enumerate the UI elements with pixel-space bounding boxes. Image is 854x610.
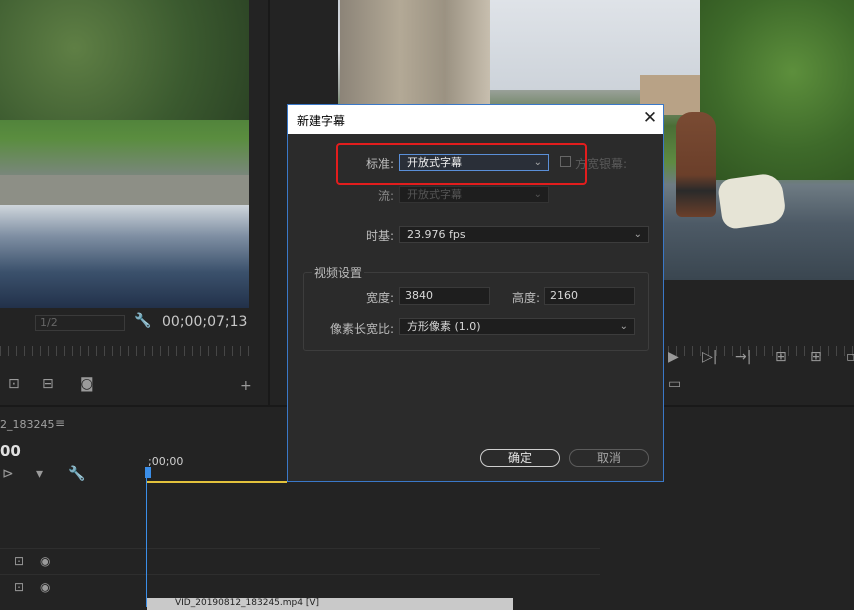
stream-select-value: 开放式字幕 <box>407 188 462 201</box>
sequence-tab[interactable]: 2_183245 <box>0 418 55 431</box>
track-divider <box>0 548 600 549</box>
program-video-person <box>676 112 716 217</box>
cancel-button[interactable]: 取消 <box>569 449 649 467</box>
pixel-aspect-select-value: 方形像素 (1.0) <box>407 320 481 333</box>
dialog-title: 新建字幕 <box>297 114 346 128</box>
source-timecode[interactable]: 00;00;07;13 <box>162 314 247 330</box>
panel-divider <box>268 0 270 405</box>
chevron-down-icon: ⌄ <box>619 321 628 332</box>
chevron-down-icon: ⌄ <box>533 189 542 200</box>
dialog-body: 标准: 开放式字幕 ⌄ 方宽银幕: 流: 开放式字幕 ⌄ 时基: 23.976 … <box>288 134 663 481</box>
play-icon[interactable]: ▶ <box>668 349 679 365</box>
pixel-aspect-select[interactable]: 方形像素 (1.0) ⌄ <box>399 318 635 335</box>
timebase-label: 时基: <box>365 229 394 243</box>
program-monitor-controls <box>665 280 854 405</box>
ok-button[interactable]: 确定 <box>480 449 560 467</box>
video-settings-title: 视频设置 <box>312 264 365 281</box>
work-area-bar[interactable] <box>147 481 287 483</box>
source-video-trees <box>0 0 249 120</box>
eye-icon[interactable]: ◉ <box>40 554 50 568</box>
more-icon[interactable]: ▫ <box>846 349 854 365</box>
source-time-ruler[interactable] <box>0 346 250 356</box>
timeline-settings-icon[interactable]: 🔧 <box>68 466 85 482</box>
highlight-annotation <box>336 143 587 185</box>
source-video-wall <box>0 175 249 205</box>
timeline-ruler-label: ;00;00 <box>148 455 184 468</box>
track-output-icon[interactable]: ⊡ <box>14 554 24 568</box>
snap-icon[interactable]: ⊳ <box>2 466 14 482</box>
marker-icon[interactable]: ▾ <box>36 466 43 482</box>
chevron-down-icon: ⌄ <box>633 229 642 240</box>
lift-icon[interactable]: ⊞ <box>775 349 787 365</box>
program-time-ruler[interactable] <box>668 346 854 356</box>
source-video-water <box>0 205 249 308</box>
export-frame-icon[interactable]: ▭ <box>668 376 681 392</box>
overwrite-icon[interactable]: ⊟ <box>42 376 54 392</box>
wrench-icon[interactable]: 🔧 <box>134 313 151 329</box>
video-clip[interactable]: VID_20190812_183245.mp4 [V] <box>147 598 513 610</box>
program-video-building <box>340 0 490 105</box>
playhead-handle[interactable] <box>145 467 151 478</box>
eye-icon[interactable]: ◉ <box>40 580 50 594</box>
add-button-icon[interactable]: + <box>240 378 252 394</box>
step-forward-icon[interactable]: ▷| <box>702 349 717 365</box>
track-divider <box>0 574 600 575</box>
go-to-out-icon[interactable]: →| <box>735 349 751 365</box>
dialog-titlebar: 新建字幕 ✕ <box>288 105 663 134</box>
track-output-icon[interactable]: ⊡ <box>14 580 24 594</box>
pixel-aspect-label: 像素长宽比: <box>329 322 394 336</box>
height-label: 高度: <box>511 291 540 305</box>
timebase-select-value: 23.976 fps <box>407 228 466 241</box>
insert-icon[interactable]: ⊡ <box>8 376 20 392</box>
playhead-line[interactable] <box>146 470 147 607</box>
height-field[interactable]: 2160 <box>544 287 635 305</box>
sequence-timecode[interactable]: 00 <box>0 442 21 460</box>
zoom-select[interactable]: 1/2 <box>35 315 125 331</box>
menu-icon[interactable]: ≡ <box>55 416 65 430</box>
program-video-trees <box>700 0 854 180</box>
stream-select[interactable]: 开放式字幕 ⌄ <box>399 186 549 203</box>
extract-icon[interactable]: ⊞ <box>810 349 822 365</box>
stream-label: 流: <box>377 189 394 203</box>
width-field[interactable]: 3840 <box>399 287 490 305</box>
close-icon[interactable]: ✕ <box>640 108 660 128</box>
width-label: 宽度: <box>365 291 394 305</box>
timebase-select[interactable]: 23.976 fps ⌄ <box>399 226 649 243</box>
video-settings-group <box>303 272 649 351</box>
camera-icon[interactable]: ◙ <box>80 376 94 392</box>
